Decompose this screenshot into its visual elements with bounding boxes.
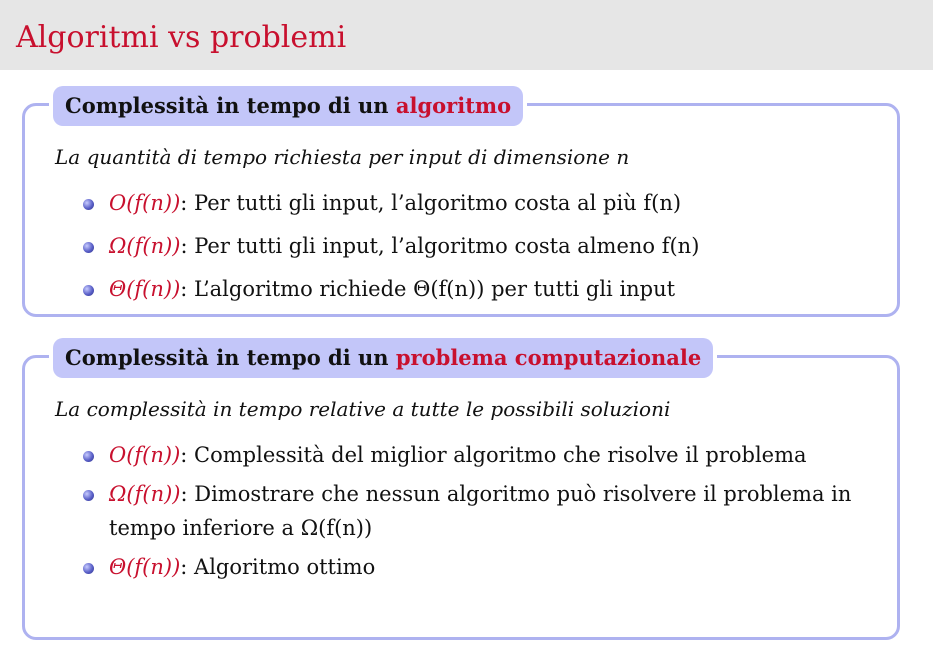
complexity-symbol: Ω(f(n)) — [109, 482, 181, 506]
bullet-icon — [83, 451, 94, 462]
item-text: : Algoritmo ottimo — [180, 555, 376, 579]
item-text: : L’algoritmo richiede Θ(f(n)) per tutti… — [180, 277, 676, 301]
item-text: : Per tutti gli input, l’algoritmo costa… — [180, 234, 700, 258]
bullet-icon — [83, 199, 94, 210]
complexity-symbol: Θ(f(n)) — [109, 555, 181, 579]
complexity-symbol: Ω(f(n)) — [109, 234, 181, 258]
item-text: : Complessità del miglior algoritmo che … — [180, 443, 807, 467]
algorithm-complexity-block: Complessità in tempo di un algoritmo La … — [22, 86, 900, 317]
block-lead: La quantità di tempo richiesta per input… — [55, 145, 630, 169]
block-title-highlight: algoritmo — [395, 93, 512, 118]
item-text: : Per tutti gli input, l’algoritmo costa… — [180, 191, 682, 215]
block-lead: La complessità in tempo relative a tutte… — [55, 397, 671, 421]
list-item: Ω(f(n)): Per tutti gli input, l’algoritm… — [25, 229, 897, 263]
bullet-icon — [83, 563, 94, 574]
block-title: Complessità in tempo di un problema comp… — [53, 338, 714, 378]
list-item: O(f(n)): Complessità del miglior algorit… — [25, 438, 897, 472]
slide-header: Algoritmi vs problemi — [0, 0, 933, 70]
complexity-symbol: O(f(n)) — [109, 191, 181, 215]
bullet-list: O(f(n)): Complessità del miglior algorit… — [25, 438, 897, 589]
complexity-symbol: O(f(n)) — [109, 443, 181, 467]
list-item: O(f(n)): Per tutti gli input, l’algoritm… — [25, 186, 897, 220]
block-title-prefix: Complessità in tempo di un — [65, 345, 396, 370]
problem-complexity-block: Complessità in tempo di un problema comp… — [22, 338, 900, 640]
list-item: Ω(f(n)): Dimostrare che nessun algoritmo… — [25, 477, 897, 545]
block-title-prefix: Complessità in tempo di un — [65, 93, 396, 118]
list-item: Θ(f(n)): Algoritmo ottimo — [25, 550, 897, 584]
slide-title: Algoritmi vs problemi — [16, 20, 347, 55]
item-text: : Dimostrare che nessun algoritmo può ri… — [109, 482, 852, 540]
bullet-icon — [83, 490, 94, 501]
list-item: Θ(f(n)): L’algoritmo richiede Θ(f(n)) pe… — [25, 272, 897, 306]
bullet-icon — [83, 285, 94, 296]
block-title-highlight: problema computazionale — [395, 345, 702, 370]
bullet-icon — [83, 242, 94, 253]
bullet-list: O(f(n)): Per tutti gli input, l’algoritm… — [25, 186, 897, 315]
block-title: Complessità in tempo di un algoritmo — [53, 86, 524, 126]
complexity-symbol: Θ(f(n)) — [109, 277, 181, 301]
